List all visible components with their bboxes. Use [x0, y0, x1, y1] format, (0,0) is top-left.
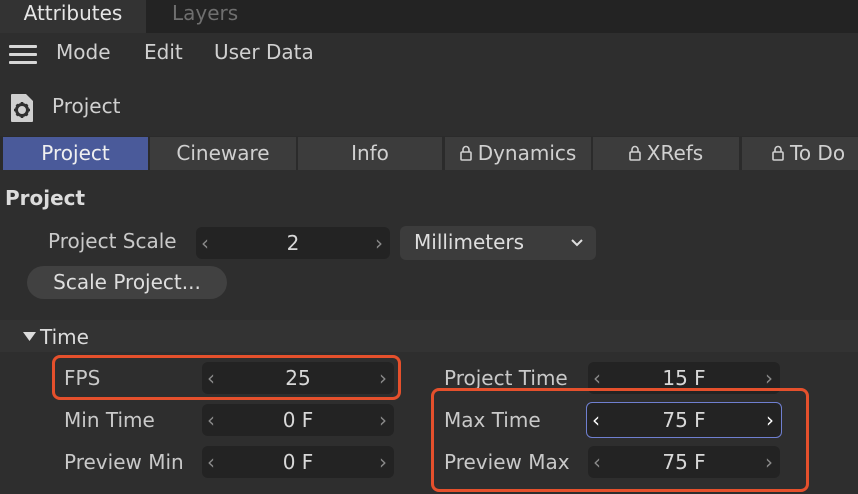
preview-min-label: Preview Min [64, 450, 184, 474]
menu-edit[interactable]: Edit [144, 40, 183, 64]
preview-min-field[interactable]: ‹ 0 F › [202, 446, 394, 478]
project-scale-label: Project Scale [48, 229, 177, 253]
menu-mode[interactable]: Mode [56, 40, 111, 64]
unit-dropdown[interactable]: Millimeters [400, 226, 596, 260]
project-group-title: Project [5, 186, 86, 210]
tab-cineware[interactable]: Cineware [150, 137, 296, 170]
max-preview-highlight [431, 388, 809, 492]
min-time-label: Min Time [64, 408, 155, 432]
project-time-label: Project Time [444, 366, 568, 390]
collapse-triangle-icon[interactable] [23, 332, 36, 342]
lock-icon [459, 145, 472, 161]
time-group-title: Time [40, 325, 89, 349]
lock-icon [628, 145, 641, 161]
tab-dynamics[interactable]: Dynamics [445, 137, 591, 170]
chevron-down-icon [571, 239, 583, 247]
decrement-arrow-icon[interactable]: ‹ [198, 227, 212, 259]
decrement-arrow-icon[interactable]: ‹ [204, 446, 218, 478]
min-time-field[interactable]: ‹ 0 F › [202, 404, 394, 436]
time-group-header[interactable] [0, 320, 858, 352]
tab-project[interactable]: Project [3, 137, 148, 170]
tab-dynamics-label: Dynamics [477, 141, 577, 165]
tab-xrefs[interactable]: XRefs [593, 137, 739, 170]
project-scale-value: 2 [286, 231, 300, 255]
menu-user-data[interactable]: User Data [214, 40, 314, 64]
tab-info[interactable]: Info [298, 137, 442, 170]
increment-arrow-icon[interactable]: › [376, 446, 390, 478]
increment-arrow-icon[interactable]: › [376, 404, 390, 436]
preview-min-value: 0 F [282, 450, 314, 474]
lock-icon [772, 145, 784, 161]
increment-arrow-icon[interactable]: › [372, 227, 386, 259]
tab-attributes[interactable]: Attributes [0, 0, 146, 33]
tab-todo[interactable]: To Do [742, 137, 858, 170]
tab-todo-label: To Do [790, 141, 846, 165]
project-time-value: 15 F [662, 366, 706, 390]
min-time-value: 0 F [282, 408, 314, 432]
tab-layers[interactable]: Layers [172, 0, 238, 33]
unit-value: Millimeters [414, 230, 525, 254]
project-scale-field[interactable]: ‹ 2 › [196, 227, 390, 259]
decrement-arrow-icon[interactable]: ‹ [204, 404, 218, 436]
fps-highlight [52, 355, 401, 400]
hamburger-menu-icon[interactable] [9, 45, 37, 67]
tab-xrefs-label: XRefs [646, 141, 704, 165]
menu-bar [0, 33, 858, 75]
scale-project-button[interactable]: Scale Project... [27, 266, 227, 299]
project-settings-icon [9, 93, 35, 123]
object-title: Project [52, 94, 121, 118]
